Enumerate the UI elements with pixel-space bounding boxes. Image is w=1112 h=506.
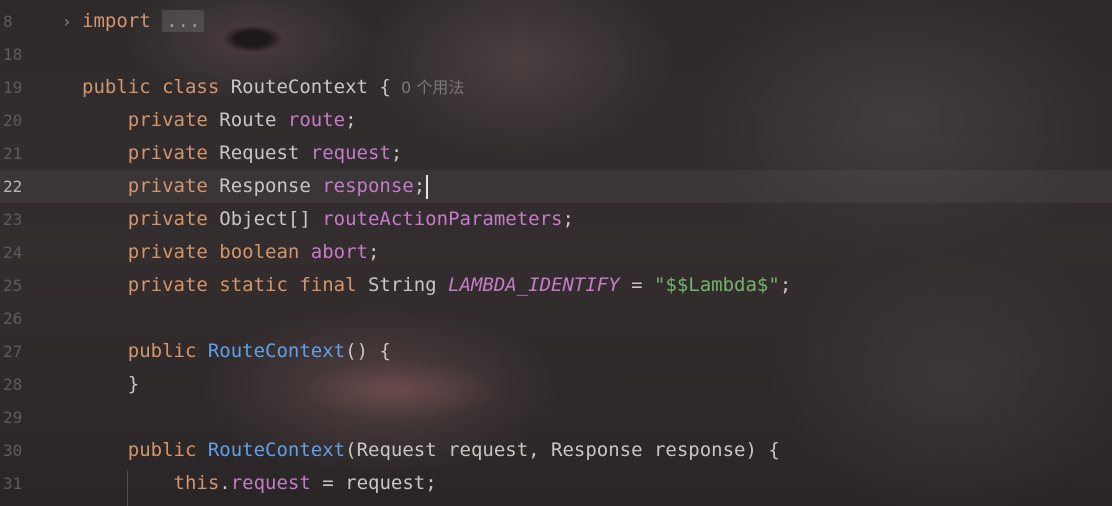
line-number[interactable]: 23 [0,203,43,236]
code-token: private [82,142,220,164]
code-token: public [82,340,208,362]
code-text: private static final String LAMBDA_IDENT… [82,269,792,302]
chevron-right-icon[interactable]: › [62,5,72,38]
code-token: request [230,472,311,494]
code-line[interactable]: 23 private Object[] routeActionParameter… [0,203,1112,236]
code-token: ; [779,274,792,296]
code-text: private Route route; [82,104,357,137]
line-number[interactable]: 20 [0,104,43,137]
code-token: Route [219,109,288,131]
line-number[interactable]: 8 [0,5,43,38]
code-line[interactable]: 20 private Route route; [0,104,1112,137]
code-line[interactable]: 30 public RouteContext(Request request, … [0,434,1112,467]
code-token: RouteContext [207,439,346,461]
code-token: routeActionParameters [322,208,563,230]
code-text: public RouteContext(Request request, Res… [82,434,780,467]
code-line[interactable]: 27 public RouteContext() { [0,335,1112,368]
code-token: = [619,274,654,296]
code-line[interactable]: 24 private boolean abort; [0,236,1112,269]
code-token: () { [345,340,391,362]
line-number[interactable]: 27 [0,335,43,368]
code-token: private [82,208,220,230]
line-number[interactable]: 29 [0,401,43,434]
code-token: request [310,142,391,164]
code-editor[interactable]: 8 › import ... 18 19 public class RouteContex… [0,0,1112,506]
code-text: import ... [82,5,205,38]
code-token: Response [219,175,323,197]
code-token: private [82,109,220,131]
code-token: private boolean [82,241,311,263]
code-line[interactable]: 21 private Request request; [0,137,1112,170]
code-token: (Request request, Response response) { [345,439,780,461]
code-line[interactable]: 28 } [0,368,1112,401]
code-line[interactable]: 31 this.request = request; [0,467,1112,500]
code-token: import [82,10,151,32]
code-token: LAMBDA_IDENTIFY [448,274,620,296]
code-token: this [82,472,220,494]
code-token: private static final [82,274,368,296]
line-number[interactable]: 22 [0,170,43,203]
code-token: public class [82,76,231,98]
code-token: response [322,175,414,197]
code-text: private Request request; [82,137,403,170]
code-token: RouteContext { [230,76,391,98]
code-token: String [367,274,449,296]
code-token: private [82,175,220,197]
code-text: private Response response; [82,170,429,203]
folded-imports-placeholder[interactable]: ... [162,10,205,32]
code-token: ; [562,208,574,230]
code-token: ; [367,241,380,263]
code-line[interactable]: 19 public class RouteContext { 0 个用法 [0,71,1112,104]
line-number[interactable]: 25 [0,269,43,302]
code-token: public [82,439,208,461]
code-text: public class RouteContext { 0 个用法 [82,71,464,104]
line-number[interactable]: 31 [0,467,43,500]
code-line[interactable]: 18 [0,38,1112,71]
code-token: RouteContext [207,340,346,362]
code-token: ; [345,109,357,131]
code-token: . [219,472,231,494]
line-number[interactable]: 19 [0,71,43,104]
code-line[interactable]: 22 private Response response; [0,170,1112,203]
line-number[interactable]: 18 [0,38,43,71]
code-token: } [82,373,140,395]
code-text: this.request = request; [82,467,437,500]
code-text: private Object[] routeActionParameters; [82,203,574,236]
line-number[interactable]: 30 [0,434,43,467]
code-token: "$$Lambda$" [653,274,780,296]
code-line[interactable]: 29 [0,401,1112,434]
line-number[interactable]: 26 [0,302,43,335]
code-token: route [287,109,346,131]
code-token: ; [413,175,426,197]
code-token: = request; [310,472,437,494]
code-text: public RouteContext() { [82,335,391,368]
line-number[interactable]: 21 [0,137,43,170]
usage-hint[interactable]: 0 个用法 [391,78,464,97]
line-number[interactable]: 28 [0,368,43,401]
code-token: Request [219,142,311,164]
code-line[interactable]: 26 [0,302,1112,335]
code-text: private boolean abort; [82,236,380,269]
line-number[interactable]: 24 [0,236,43,269]
code-line[interactable]: 8 › import ... [0,5,1112,38]
code-text: } [82,368,139,401]
code-token: Object[] [219,208,323,230]
code-line[interactable]: 25 private static final String LAMBDA_ID… [0,269,1112,302]
code-token: ; [390,142,403,164]
code-token: abort [310,241,368,263]
text-caret [426,174,429,199]
